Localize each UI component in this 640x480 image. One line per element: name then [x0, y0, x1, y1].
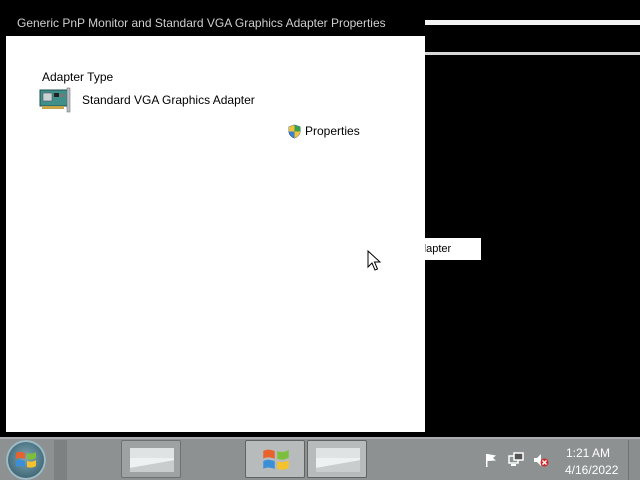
network-icon[interactable]: [508, 452, 524, 468]
volume-muted-icon[interactable]: [533, 452, 549, 468]
taskbar-window-button[interactable]: [121, 440, 181, 478]
uac-shield-icon: [288, 124, 301, 138]
adapter-type-heading: Adapter Type: [42, 70, 114, 84]
adapter-name: Standard VGA Graphics Adapter: [82, 93, 255, 107]
properties-button[interactable]: Properties: [287, 122, 360, 140]
mouse-cursor-icon: [367, 250, 381, 271]
window-title: Generic PnP Monitor and Standard VGA Gra…: [17, 16, 386, 30]
window-thumbnail: [316, 448, 360, 472]
windows-flag-icon: [263, 449, 289, 470]
taskbar-divider: [54, 440, 67, 480]
background-window-edge: [425, 20, 640, 25]
start-button[interactable]: [6, 440, 46, 480]
background-window-edge: [425, 52, 640, 55]
properties-dialog: Adapter Type Standard VGA Graphics Adapt…: [6, 36, 425, 432]
graphics-card-icon: [39, 87, 71, 113]
taskbar-explorer-button[interactable]: [245, 440, 305, 478]
windows-logo-icon: [16, 451, 36, 468]
background-list-item[interactable]: dapter: [420, 238, 481, 260]
show-desktop-button[interactable]: [628, 440, 640, 480]
properties-button-label: Properties: [305, 124, 360, 138]
window-thumbnail: [130, 448, 174, 472]
clock-date[interactable]: 4/16/2022: [565, 463, 618, 477]
action-center-flag-icon[interactable]: [483, 452, 499, 468]
clock-time[interactable]: 1:21 AM: [566, 446, 610, 460]
taskbar-window-button[interactable]: [307, 440, 367, 478]
